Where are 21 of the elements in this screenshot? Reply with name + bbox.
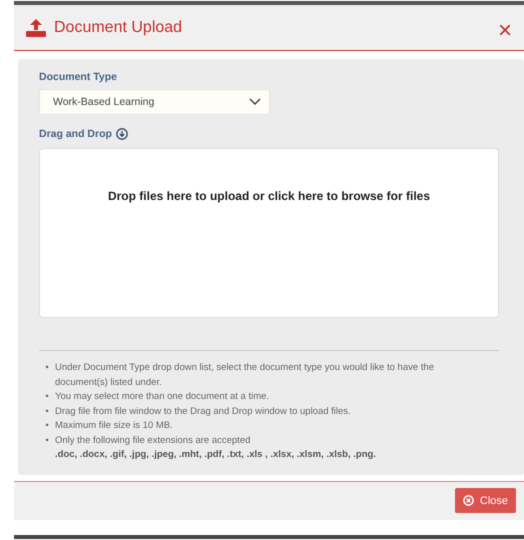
upload-icon [26,18,46,36]
document-type-dropdown[interactable]: Work-Based Learning [39,89,270,115]
close-button[interactable]: Close [454,488,516,513]
field-label: Document Type [39,71,118,83]
bullet: • [44,434,50,448]
bullet: • [44,361,50,375]
download-icon [116,128,128,140]
drop-zone[interactable]: Drop files here to upload or click here to browse for files [39,148,499,318]
instruction-text: You may select more than one document at a time. [55,391,270,402]
instruction-text: Drag file from file window to the Drag and Drop window to upload files. [55,406,351,416]
bullet: • [44,419,50,433]
close-circle-icon [462,495,474,506]
bullet: • [44,404,50,418]
file-extensions: .doc, .docx, .gif, .jpg, .jpeg, .mht, .pdf, .txt, .xls , .xlsx, .xlsm, .xlsb, .png. [55,449,376,460]
instruction-text: Only the following file extensions are accepted [55,434,250,446]
instruction-text: Under Document Type drop down list, select the document type you would like to have the document(s) listed under. [55,362,434,388]
field-label: Drag and Drop [39,128,112,140]
bullet: • [44,390,50,404]
dialog-title: Document Upload [54,18,182,36]
chevron-down-icon [249,98,261,106]
instruction-text: Maximum file size is 10 MB. [55,420,173,431]
